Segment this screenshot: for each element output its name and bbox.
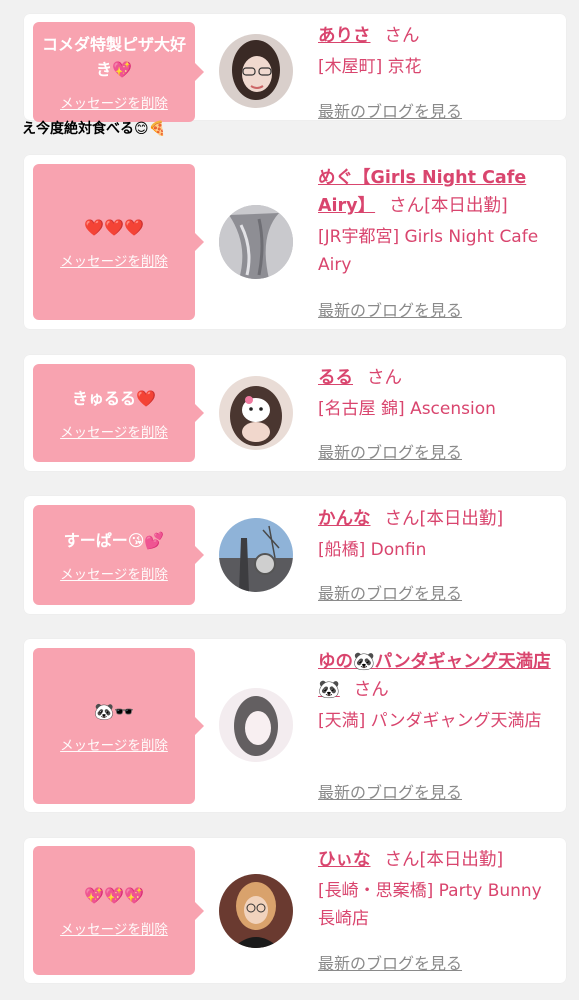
delete-message-link[interactable]: メッセージを削除 (60, 734, 168, 754)
cast-name-link[interactable]: ゆの🐼パンダギャング天満店🐼 (318, 652, 551, 700)
honorific: さん (384, 850, 420, 870)
shop-name: [天満] パンダギャング天満店 (318, 711, 542, 731)
message-bubble: ❤️❤️❤️ メッセージを削除 (33, 164, 204, 320)
cast-name-link[interactable]: るる (318, 368, 353, 388)
honorific: さん (384, 509, 420, 529)
delete-message-link[interactable]: メッセージを削除 (60, 92, 168, 112)
delete-message-link[interactable]: メッセージを削除 (60, 918, 168, 938)
latest-blog-link[interactable]: 最新のブログを見る (318, 779, 462, 803)
cast-info: ひぃな さん[本日出勤] [長崎・思案橋] Party Bunny 長崎店 (318, 846, 558, 933)
cast-info: めぐ【Girls Night Cafe Airy】 さん[本日出勤] [JR宇都宮… (318, 164, 558, 279)
message-text: ❤️❤️❤️ (84, 217, 144, 237)
message-text: コメダ特製ピザ大好き💖 (41, 35, 186, 79)
delete-message-link[interactable]: メッセージを削除 (60, 250, 168, 270)
cast-info: るる さん [名古屋 錦] Ascension (318, 364, 558, 423)
shop-name: [長崎・思案橋] Party Bunny 長崎店 (318, 881, 542, 929)
cast-info: かんな さん[本日出勤] [船橋] Donfin (318, 505, 558, 564)
shop-name: [JR宇都宮] Girls Night Cafe Airy (318, 227, 539, 275)
honorific: さん (367, 368, 402, 388)
latest-blog-link[interactable]: 最新のブログを見る (318, 297, 462, 321)
message-bubble: すーぱー😘💕 メッセージを削除 (33, 505, 204, 605)
status-badge: [本日出勤] (419, 509, 504, 529)
message-text: 💖💖💖 (84, 886, 144, 905)
message-bubble: きゅるる❤️ メッセージを削除 (33, 364, 204, 462)
message-bubble: 🐼🕶️ メッセージを削除 (33, 648, 204, 804)
avatar[interactable] (219, 205, 293, 279)
avatar[interactable] (219, 518, 293, 592)
message-bubble: 💖💖💖 メッセージを削除 (33, 846, 204, 975)
cast-card: 🐼🕶️ メッセージを削除 ゆの🐼パンダギャング天満店🐼 さん [天満] パンダギャ… (24, 639, 566, 812)
message-overflow-text: え今度絶対食べる😊🍕 (22, 121, 167, 137)
shop-name: [船橋] Donfin (318, 540, 427, 560)
honorific: さん (353, 680, 389, 700)
honorific: さん (384, 26, 420, 46)
message-text: すーぱー😘💕 (63, 530, 165, 550)
cast-name-link[interactable]: ありさ (318, 26, 371, 46)
message-text: きゅるる❤️ (72, 388, 156, 408)
cast-card: コメダ特製ピザ大好き💖 メッセージを削除 ありさ さん [木屋町] 京花 最新のブ… (24, 14, 566, 122)
cast-card: きゅるる❤️ メッセージを削除 るる さん [名古屋 錦] Ascension 最… (24, 355, 566, 471)
message-bubble: コメダ特製ピザ大好き💖 メッセージを削除 (33, 22, 204, 122)
avatar[interactable] (219, 874, 293, 948)
message-text: 🐼🕶️ (94, 701, 134, 721)
cast-card: 💖💖💖 メッセージを削除 ひぃな さん[本日出勤] [長崎・思案橋] Party … (24, 838, 566, 983)
latest-blog-link[interactable]: 最新のブログを見る (318, 98, 462, 122)
status-badge: [本日出勤] (419, 850, 504, 870)
cast-info: ゆの🐼パンダギャング天満店🐼 さん [天満] パンダギャング天満店 (318, 648, 558, 735)
shop-name: [名古屋 錦] Ascension (318, 399, 496, 419)
avatar[interactable] (219, 688, 293, 762)
cast-card: すーぱー😘💕 メッセージを削除 かんな さん[本日出勤] [船橋] Donfin … (24, 496, 566, 614)
latest-blog-link[interactable]: 最新のブログを見る (318, 439, 462, 463)
shop-name: [木屋町] 京花 (318, 57, 422, 77)
latest-blog-link[interactable]: 最新のブログを見る (318, 580, 462, 604)
delete-message-link[interactable]: メッセージを削除 (60, 421, 168, 441)
latest-blog-link[interactable]: 最新のブログを見る (318, 950, 462, 974)
delete-message-link[interactable]: メッセージを削除 (60, 563, 168, 583)
avatar[interactable] (219, 376, 293, 450)
cast-card: ❤️❤️❤️ メッセージを削除 めぐ【Girls Night Cafe Airy… (24, 155, 566, 329)
cast-name-link[interactable]: かんな (318, 509, 371, 529)
cast-info: ありさ さん [木屋町] 京花 (318, 22, 558, 81)
honorific: さん (389, 196, 425, 216)
avatar[interactable] (219, 34, 293, 108)
cast-name-link[interactable]: ひぃな (318, 850, 371, 870)
status-badge: [本日出勤] (424, 196, 508, 216)
